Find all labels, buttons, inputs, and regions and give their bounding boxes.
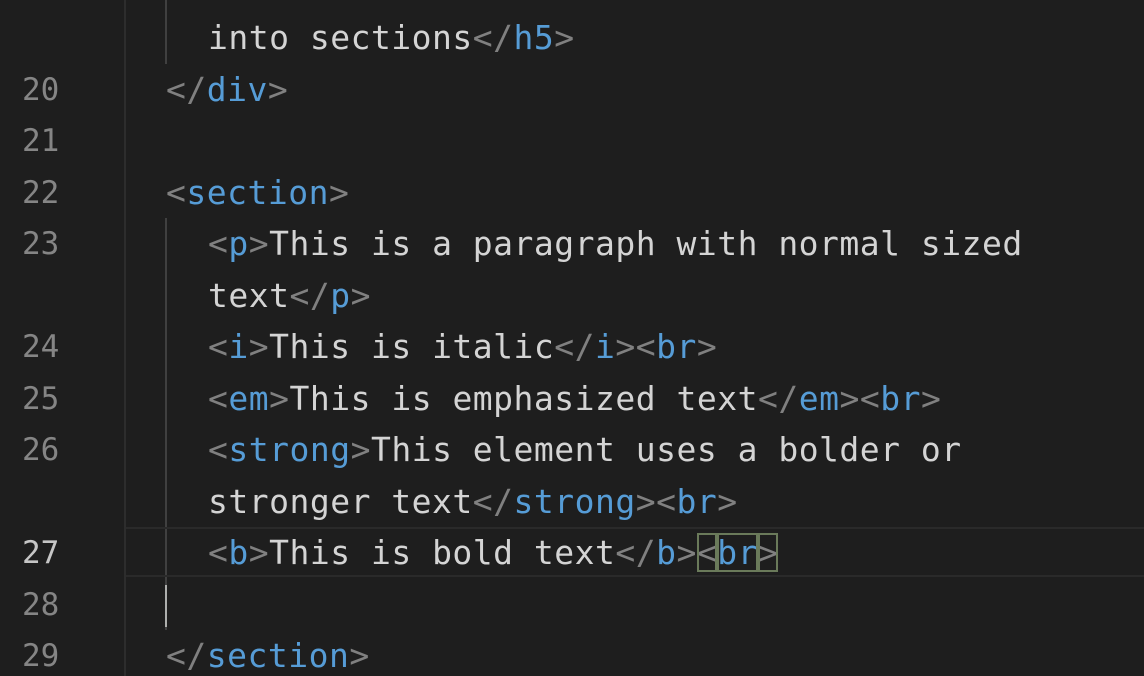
code-line[interactable]: <strong>This element uses a bolder or (208, 424, 962, 476)
line-number: 29 (22, 638, 60, 674)
tag-bracket: > (717, 482, 738, 521)
code-line[interactable]: <section> (166, 167, 349, 219)
tag-bracket: < (208, 430, 229, 469)
tag-name: em (798, 379, 840, 418)
tag-bracket: >< (839, 379, 881, 418)
tag-name: div (206, 70, 268, 109)
tag-name: b (228, 533, 249, 572)
line-number: 28 (22, 587, 60, 623)
text-content: This is italic (269, 327, 555, 366)
line-number-active: 27 (22, 535, 60, 571)
code-line[interactable]: into sections</h5> (208, 12, 575, 64)
line-number: 26 (22, 432, 60, 468)
tag-bracket: < (208, 533, 229, 572)
code-line[interactable]: </section> (166, 630, 370, 676)
tag-bracket: </ (615, 533, 657, 572)
tag-name: p (228, 224, 249, 263)
tag-bracket: </ (166, 636, 207, 675)
line-number-gutter: 20 21 22 23 24 25 26 27 28 29 (0, 0, 124, 676)
tag-name: p (330, 276, 351, 315)
tag-bracket: > (349, 636, 370, 675)
code-line[interactable]: stronger text</strong><br> (208, 476, 738, 528)
text-content: into sections (208, 18, 473, 57)
text-content: This is bold text (269, 533, 616, 572)
tag-bracket: </ (472, 482, 514, 521)
tag-name: i (228, 327, 249, 366)
text-cursor (165, 585, 167, 627)
tag-name: br (880, 379, 921, 418)
tag-bracket: < (166, 173, 187, 212)
tag-bracket: > (758, 533, 779, 572)
tag-name: strong (513, 482, 636, 521)
code-editor[interactable]: 20 21 22 23 24 25 26 27 28 29 into secti… (0, 0, 1144, 676)
tag-name: br (717, 533, 759, 572)
code-line[interactable]: <em>This is emphasized text</em><br> (208, 373, 941, 425)
line-number: 23 (22, 226, 60, 262)
code-line[interactable]: <i>This is italic</i><br> (208, 321, 717, 373)
code-line[interactable]: </div> (166, 64, 288, 116)
text-content: This is a paragraph with normal sized (269, 224, 1023, 263)
line-number: 21 (22, 123, 60, 159)
text-content: text (208, 276, 290, 315)
tag-bracket: </ (757, 379, 799, 418)
tag-bracket: > (248, 224, 270, 263)
tag-bracket: </ (289, 276, 331, 315)
tag-name: h5 (513, 18, 555, 57)
tag-bracket: > (269, 379, 290, 418)
tag-name: em (228, 379, 270, 418)
tag-bracket: > (248, 533, 270, 572)
tag-name: br (676, 482, 718, 521)
tag-name: br (656, 327, 697, 366)
tag-bracket: > (267, 70, 289, 109)
tag-name: strong (228, 430, 351, 469)
tag-bracket: </ (554, 327, 596, 366)
line-number: 25 (22, 381, 60, 417)
line-number: 24 (22, 329, 60, 365)
tag-bracket: >< (615, 327, 657, 366)
line-number: 22 (22, 175, 60, 211)
text-content: This is emphasized text (289, 379, 758, 418)
tag-bracket: < (696, 533, 718, 572)
tag-bracket: < (208, 224, 229, 263)
tag-bracket: > (920, 379, 942, 418)
text-content: stronger text (208, 482, 473, 521)
tag-bracket: < (208, 327, 229, 366)
tag-bracket: > (696, 327, 718, 366)
tag-name: section (206, 636, 350, 675)
tag-bracket: > (350, 276, 371, 315)
code-line[interactable]: text</p> (208, 270, 371, 322)
code-line[interactable]: <b>This is bold text</b><br> (208, 527, 779, 579)
tag-bracket: > (328, 173, 350, 212)
tag-bracket: </ (166, 70, 207, 109)
tag-name: section (186, 173, 329, 212)
tag-name: b (656, 533, 677, 572)
text-content: This element uses a bolder or (370, 430, 962, 469)
tag-bracket: >< (635, 482, 677, 521)
tag-name: i (595, 327, 616, 366)
tag-bracket: > (554, 18, 575, 57)
line-number: 20 (22, 72, 60, 108)
tag-bracket: </ (472, 18, 514, 57)
indent-guide (165, 0, 167, 64)
tag-bracket: > (350, 430, 371, 469)
code-line[interactable]: <p>This is a paragraph with normal sized (208, 218, 1023, 270)
tag-bracket: > (248, 327, 270, 366)
tag-bracket: < (208, 379, 229, 418)
tag-bracket: > (676, 533, 697, 572)
